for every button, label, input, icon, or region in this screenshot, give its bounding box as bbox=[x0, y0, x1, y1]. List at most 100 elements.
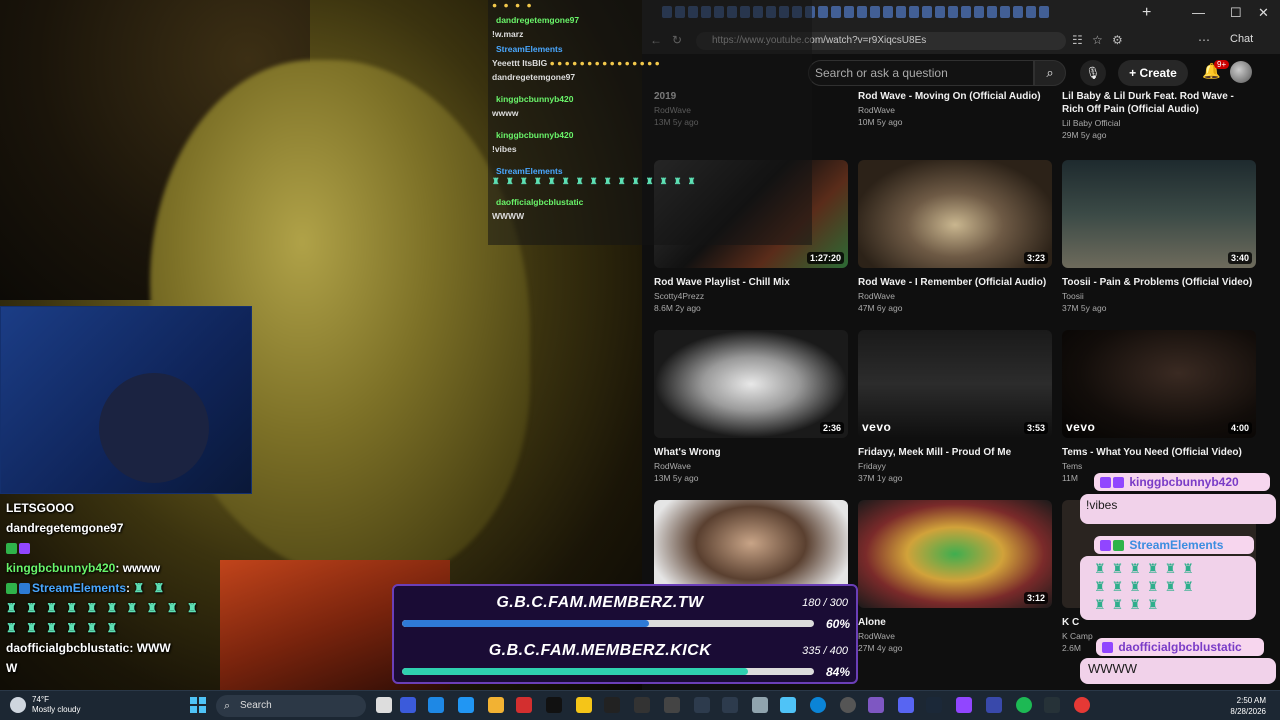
video-title[interactable]: Rod Wave - I Remember (Official Audio) bbox=[858, 276, 1052, 289]
app-icon[interactable] bbox=[604, 697, 620, 713]
folder-icon[interactable] bbox=[488, 697, 504, 713]
video-meta: 8.6M 2y ago bbox=[654, 303, 701, 313]
video-meta: 13M 5y ago bbox=[654, 473, 699, 483]
video-channel[interactable]: Tems bbox=[1062, 461, 1256, 471]
extensions-icon[interactable]: ⚙ bbox=[1112, 33, 1123, 47]
steam-icon[interactable] bbox=[926, 697, 942, 713]
app-icon[interactable] bbox=[576, 697, 592, 713]
app-icon[interactable] bbox=[1074, 697, 1090, 713]
video-meta: 37M 1y ago bbox=[858, 473, 903, 483]
app-icon[interactable] bbox=[546, 697, 562, 713]
mic-icon[interactable]: 🎙 bbox=[1080, 60, 1106, 86]
video-title[interactable]: Fridayy, Meek Mill - Proud Of Me bbox=[858, 446, 1052, 459]
chat-message: !w.marz bbox=[492, 29, 524, 39]
emote-line: ♜ ♜ ♜ ♜ ♜ ♜ bbox=[6, 621, 121, 635]
video-title[interactable]: Alone bbox=[858, 616, 1052, 629]
taskbar-search[interactable]: ⌕ Search bbox=[216, 695, 366, 717]
app-icon[interactable] bbox=[722, 697, 738, 713]
emote-line: ♜ ♜ ♜ ♜ ♜ ♜ ♜ ♜ ♜ ♜ ♜ ♜ ♜ ♜ ♜ bbox=[492, 176, 698, 186]
chat-bubble: !vibes bbox=[1080, 494, 1276, 524]
new-tab-button[interactable]: + bbox=[1142, 4, 1151, 22]
discord-icon[interactable] bbox=[898, 697, 914, 713]
video-channel[interactable]: Toosii bbox=[1062, 291, 1256, 301]
webcam-feed bbox=[0, 306, 252, 494]
chat-username: StreamElements bbox=[1094, 536, 1254, 554]
video-thumbnail[interactable]: 3:12 bbox=[858, 500, 1052, 608]
app-icon[interactable] bbox=[664, 697, 680, 713]
reader-icon[interactable]: ☷ bbox=[1072, 33, 1083, 47]
video-card[interactable]: 3:12 Alone RodWave 27M 4y ago bbox=[858, 500, 1052, 653]
video-meta: 47M 6y ago bbox=[858, 303, 903, 313]
chrome-icon[interactable] bbox=[840, 697, 856, 713]
app-icon[interactable] bbox=[1044, 697, 1060, 713]
video-channel[interactable]: RodWave bbox=[858, 291, 1052, 301]
chat-button[interactable]: Chat bbox=[1230, 33, 1253, 45]
video-card[interactable]: 3:23 Rod Wave - I Remember (Official Aud… bbox=[858, 160, 1052, 313]
shield-icon[interactable] bbox=[428, 697, 444, 713]
vevo-logo: vevo bbox=[862, 420, 892, 434]
app-icon[interactable] bbox=[694, 697, 710, 713]
video-channel[interactable]: Fridayy bbox=[858, 461, 1052, 471]
search-input[interactable]: Search or ask a question bbox=[808, 60, 1034, 86]
video-card[interactable]: 2:36 What's Wrong RodWave 13M 5y ago bbox=[654, 330, 848, 483]
video-card[interactable]: vevo 3:53 Fridayy, Meek Mill - Proud Of M… bbox=[858, 330, 1052, 483]
goal-count: 335 / 400 bbox=[802, 645, 848, 657]
spotify-icon[interactable] bbox=[1016, 697, 1032, 713]
cloud-icon bbox=[10, 697, 26, 713]
twitch-icon[interactable] bbox=[956, 697, 972, 713]
video-channel[interactable]: Lil Baby Official bbox=[1062, 118, 1256, 128]
app-icon[interactable] bbox=[986, 697, 1002, 713]
goal-progress-fill bbox=[402, 620, 650, 627]
search-icon[interactable]: ⌕ bbox=[1034, 60, 1066, 86]
more-icon[interactable]: ⋯ bbox=[1198, 33, 1210, 47]
video-card[interactable]: Rod Wave - Moving On (Official Audio) Ro… bbox=[858, 90, 1052, 127]
chat-message: WWWW bbox=[492, 211, 525, 221]
video-meta: 27M 4y ago bbox=[858, 643, 903, 653]
gear-icon[interactable] bbox=[752, 697, 768, 713]
goal-progress-fill bbox=[402, 668, 749, 675]
video-meta: 29M 5y ago bbox=[1062, 130, 1107, 140]
video-channel[interactable]: RodWave bbox=[858, 631, 1052, 641]
start-button[interactable] bbox=[190, 697, 206, 713]
minimize-icon[interactable]: — bbox=[1192, 5, 1205, 20]
video-card[interactable]: vevo 4:00 Tems - What You Need (Official … bbox=[1062, 330, 1256, 483]
video-thumbnail[interactable]: 3:40 bbox=[1062, 160, 1256, 268]
duration-badge: 3:23 bbox=[1023, 252, 1048, 264]
chat-message: !vibes bbox=[492, 144, 517, 154]
favorite-icon[interactable]: ☆ bbox=[1092, 33, 1103, 47]
clock[interactable]: 2:50 AM 8/28/2026 bbox=[1230, 695, 1266, 717]
video-title[interactable]: Rod Wave Playlist - Chill Mix bbox=[654, 276, 848, 289]
video-title[interactable]: Toosii - Pain & Problems (Official Video… bbox=[1062, 276, 1256, 289]
app-icon[interactable] bbox=[516, 697, 532, 713]
video-channel[interactable]: Scotty4Prezz bbox=[654, 291, 848, 301]
video-card[interactable]: 3:40 Toosii - Pain & Problems (Official … bbox=[1062, 160, 1256, 313]
weather-widget[interactable]: 74°F Mostly cloudy bbox=[10, 695, 80, 715]
video-card[interactable]: Lil Baby & Lil Durk Feat. Rod Wave - Ric… bbox=[1062, 90, 1256, 140]
taskbar: 74°F Mostly cloudy ⌕ Search 2:50 AM 8/28/20… bbox=[0, 690, 1280, 720]
chat-line: LETSGOOO bbox=[6, 501, 75, 515]
video-thumbnail[interactable]: 2:36 bbox=[654, 330, 848, 438]
close-icon[interactable]: ✕ bbox=[1258, 5, 1269, 21]
video-thumbnail[interactable]: 3:23 bbox=[858, 160, 1052, 268]
app-icon[interactable] bbox=[634, 697, 650, 713]
mail-icon[interactable] bbox=[458, 697, 474, 713]
app-icon[interactable] bbox=[868, 697, 884, 713]
chat-line: daofficialgbcblustatic: WWW bbox=[6, 641, 171, 655]
create-button[interactable]: + Create bbox=[1118, 60, 1188, 86]
video-channel[interactable]: RodWave bbox=[654, 461, 848, 471]
app-icon[interactable] bbox=[400, 697, 416, 713]
duration-badge: 3:12 bbox=[1023, 592, 1048, 604]
app-icon[interactable] bbox=[780, 697, 796, 713]
duration-badge: 3:40 bbox=[1227, 252, 1252, 264]
video-title[interactable]: Tems - What You Need (Official Video) bbox=[1062, 446, 1256, 459]
edge-icon[interactable] bbox=[810, 697, 826, 713]
chat-username: daofficialgbcblustatic bbox=[496, 197, 584, 207]
maximize-icon[interactable]: ☐ bbox=[1230, 5, 1242, 21]
video-channel[interactable]: RodWave bbox=[858, 105, 1052, 115]
video-thumbnail[interactable]: vevo 3:53 bbox=[858, 330, 1052, 438]
avatar[interactable] bbox=[1230, 61, 1252, 83]
duration-badge: 4:00 bbox=[1227, 422, 1252, 434]
video-thumbnail[interactable]: vevo 4:00 bbox=[1062, 330, 1256, 438]
file-icon[interactable] bbox=[376, 697, 392, 713]
video-title[interactable]: What's Wrong bbox=[654, 446, 848, 459]
